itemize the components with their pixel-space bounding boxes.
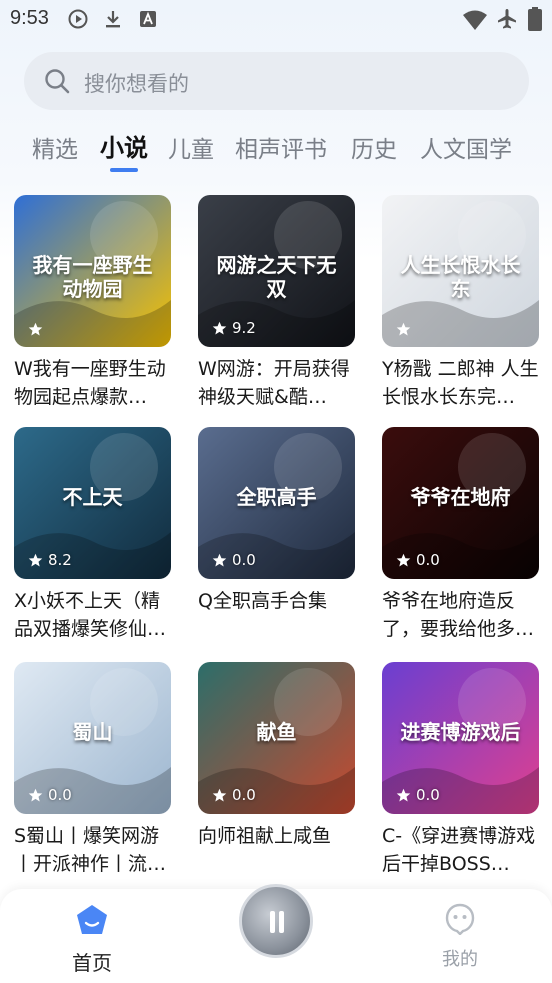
- book-title: S蜀山丨爆笑网游丨开派神作丨流…: [14, 825, 167, 875]
- book-rating: 8.2: [28, 551, 72, 569]
- status-time: 9:53: [10, 7, 49, 29]
- tab-children[interactable]: 儿童: [168, 130, 214, 164]
- book-title: W网游：开局获得神级天赋&酷…: [198, 358, 350, 408]
- star-icon: [28, 553, 43, 566]
- app-a-icon: [140, 11, 156, 27]
- book-cover: 我有一座野生动物园: [14, 195, 171, 347]
- book-rating: 0.0: [212, 786, 256, 804]
- nav-mine[interactable]: 我的: [420, 903, 500, 971]
- cover-title-art: 献鱼: [256, 720, 297, 744]
- book-rating: 0.0: [28, 786, 72, 804]
- book-card[interactable]: 蜀山 0.0 S蜀山丨爆笑网游丨开派神作丨流…: [14, 662, 171, 878]
- rating-value: 0.0: [48, 786, 72, 804]
- status-bar: 9:53: [0, 0, 552, 38]
- book-title: Q全职高手合集: [198, 590, 327, 612]
- star-icon: [28, 788, 43, 801]
- book-cover: 不上天 8.2: [14, 427, 171, 579]
- nav-home-label: 首页: [72, 951, 112, 975]
- book-card[interactable]: 献鱼 0.0 向师祖献上咸鱼: [198, 662, 355, 850]
- book-rating: 0.0: [396, 551, 440, 569]
- rating-value: 0.0: [416, 786, 440, 804]
- pause-icon-bar: [279, 911, 284, 933]
- star-icon: [212, 788, 227, 801]
- book-card[interactable]: 进赛博游戏后 0.0 C-《穿进赛博游戏后干掉BOSS…: [382, 662, 539, 878]
- book-rating: 9.2: [212, 319, 256, 337]
- star-icon: [212, 553, 227, 566]
- book-cover: 献鱼 0.0: [198, 662, 355, 814]
- book-title: 爷爷在地府造反了，要我给他多…: [382, 590, 535, 640]
- cover-title-art: 人生长恨水长东: [400, 253, 521, 301]
- wifi-icon: [463, 10, 487, 30]
- book-rating: 0.0: [396, 786, 440, 804]
- profile-icon: [445, 903, 475, 936]
- active-tab-indicator: [110, 168, 138, 172]
- search-input[interactable]: 搜你想看的: [24, 52, 529, 110]
- tab-humanities[interactable]: 人文国学: [420, 130, 512, 164]
- rating-value: 0.0: [232, 786, 256, 804]
- cover-title-art: 进赛博游戏后: [400, 720, 521, 744]
- book-card[interactable]: 我有一座野生动物园 W我有一座野生动物园起点爆款…: [14, 195, 171, 411]
- tab-history[interactable]: 历史: [351, 130, 397, 164]
- book-cover: 全职高手 0.0: [198, 427, 355, 579]
- star-icon: [28, 322, 43, 336]
- book-cover: 网游之天下无双 9.2: [198, 195, 355, 347]
- cover-title-art: 全职高手: [236, 485, 317, 509]
- book-cover: 进赛博游戏后 0.0: [382, 662, 539, 814]
- search-icon: [45, 69, 70, 94]
- book-card[interactable]: 爷爷在地府 0.0 爷爷在地府造反了，要我给他多…: [382, 427, 539, 643]
- book-card[interactable]: 全职高手 0.0 Q全职高手合集: [198, 427, 355, 615]
- airplane-mode-icon: [498, 9, 516, 29]
- book-card[interactable]: 网游之天下无双 9.2 W网游：开局获得神级天赋&酷…: [198, 195, 355, 411]
- now-playing-button[interactable]: [239, 884, 313, 958]
- tab-novels[interactable]: 小说: [100, 128, 148, 163]
- battery-icon: [528, 7, 542, 31]
- book-rating: [396, 322, 416, 337]
- cover-title-art: 蜀山: [72, 720, 113, 744]
- nav-mine-label: 我的: [442, 949, 478, 970]
- tab-featured[interactable]: 精选: [32, 130, 78, 164]
- rating-value: 0.0: [416, 551, 440, 569]
- cover-title-art: 不上天: [62, 485, 123, 509]
- book-title: W我有一座野生动物园起点爆款…: [14, 358, 166, 408]
- category-tabs: 精选 小说 儿童 相声评书 历史 人文国学: [0, 126, 552, 176]
- book-card[interactable]: 人生长恨水长东 Y杨戬 二郎神 人生长恨水长东完…: [382, 195, 539, 411]
- cover-title-art: 爷爷在地府: [410, 485, 511, 509]
- star-icon: [212, 321, 227, 334]
- home-icon: [77, 905, 107, 934]
- rating-value: 8.2: [48, 551, 72, 569]
- cover-title-art: 我有一座野生动物园: [32, 253, 153, 301]
- star-icon: [396, 322, 411, 336]
- book-cover: 爷爷在地府 0.0: [382, 427, 539, 579]
- play-circle-icon: [68, 9, 88, 29]
- rating-value: 9.2: [232, 319, 256, 337]
- search-placeholder: 搜你想看的: [84, 72, 189, 96]
- book-title: X小妖不上天（精品双播爆笑修仙…: [14, 590, 167, 640]
- book-card[interactable]: 不上天 8.2 X小妖不上天（精品双播爆笑修仙…: [14, 427, 171, 643]
- book-rating: 0.0: [212, 551, 256, 569]
- download-icon: [106, 11, 120, 28]
- rating-value: 0.0: [232, 551, 256, 569]
- pause-icon: [270, 911, 275, 933]
- book-title: 向师祖献上咸鱼: [198, 825, 332, 847]
- tab-crosstalk-storytelling[interactable]: 相声评书: [235, 130, 327, 164]
- book-cover: 蜀山 0.0: [14, 662, 171, 814]
- star-icon: [396, 788, 411, 801]
- star-icon: [396, 553, 411, 566]
- book-title: C-《穿进赛博游戏后干掉BOSS…: [382, 825, 536, 875]
- cover-title-art: 网游之天下无双: [216, 253, 337, 301]
- book-cover: 人生长恨水长东: [382, 195, 539, 347]
- nav-home[interactable]: 首页: [52, 903, 132, 976]
- book-title: Y杨戬 二郎神 人生长恨水长东完…: [382, 358, 539, 408]
- book-rating: [28, 322, 48, 337]
